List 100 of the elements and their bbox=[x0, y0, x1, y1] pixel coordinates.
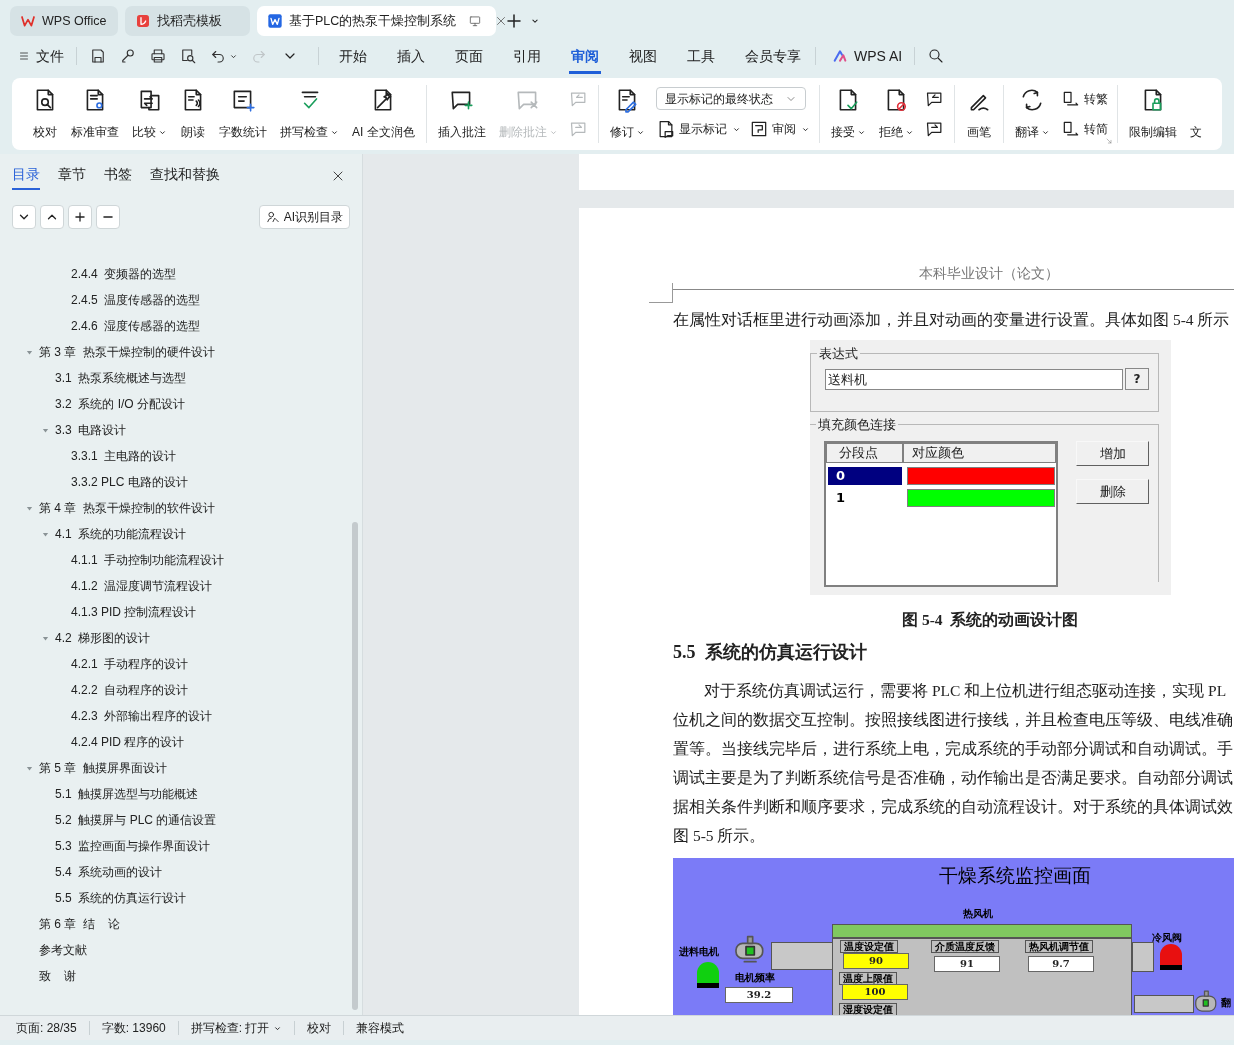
toc-entry[interactable]: 4.2.4 PID 程序的设计 bbox=[71, 733, 185, 751]
ai-toc-button[interactable]: AI识别目录 bbox=[258, 205, 350, 229]
toc-entry[interactable]: 4.1.1 手动控制功能流程设计 bbox=[71, 551, 225, 569]
field-label: 介质温度反馈 bbox=[931, 940, 999, 953]
ribbon-tab[interactable]: 审阅 bbox=[569, 38, 601, 74]
body-text-line: 据相关条件判断和顺序要求，完成系统的自动流程设计。对于系统的具体调试效 bbox=[673, 797, 1234, 817]
ribbon-tab[interactable]: 插入 bbox=[395, 38, 427, 74]
toc-entry[interactable]: 3.1 热泵系统概述与选型 bbox=[55, 369, 187, 387]
table-cell[interactable]: 0 bbox=[828, 466, 902, 485]
help-button[interactable]: ? bbox=[1125, 368, 1149, 390]
column-header[interactable]: 分段点 bbox=[826, 443, 903, 463]
ribbon-button[interactable]: 比较 bbox=[128, 87, 171, 141]
value-display: 39.2 bbox=[725, 987, 793, 1003]
toc-entry[interactable]: 2.4.4 变频器的选型 bbox=[71, 265, 177, 283]
sidebar-tab[interactable]: 查找和替换 bbox=[150, 164, 220, 190]
dialog-button[interactable]: 删除 bbox=[1076, 479, 1149, 504]
value-display: 90 bbox=[843, 953, 909, 969]
ribbon-button[interactable]: 接受 bbox=[826, 87, 870, 141]
window-tab[interactable]: WPS Office bbox=[10, 6, 118, 36]
toc-entry[interactable]: 参考文献 bbox=[39, 941, 87, 959]
window-tab[interactable]: 找稻壳模板 bbox=[125, 6, 250, 36]
toc-entry[interactable]: 第 3 章 热泵干燥控制的硬件设计 bbox=[39, 343, 215, 361]
ribbon-button[interactable]: 修订 bbox=[605, 87, 649, 141]
ribbon-tab[interactable]: 会员专享 bbox=[743, 38, 803, 74]
ribbon-tab[interactable]: 引用 bbox=[511, 38, 543, 74]
toc-entry[interactable]: 4.2.3 外部输出程序的设计 bbox=[71, 707, 213, 725]
wps-ai-button[interactable]: WPS AI bbox=[832, 45, 903, 67]
body-text-line: 图 5-5 所示。 bbox=[673, 826, 767, 846]
ribbon-tab[interactable]: 视图 bbox=[627, 38, 659, 74]
ribbon-button[interactable]: 转简 bbox=[1060, 117, 1108, 141]
toc-entry[interactable]: 4.2.1 手动程序的设计 bbox=[71, 655, 189, 673]
toc-entry[interactable]: 2.4.5 温度传感器的选型 bbox=[71, 291, 201, 309]
field-label: 温度设定值 bbox=[840, 940, 898, 953]
toc-entry[interactable]: 第 4 章 热泵干燥控制的软件设计 bbox=[39, 499, 215, 517]
ribbon-tab[interactable]: 工具 bbox=[685, 38, 717, 74]
sidebar-tab[interactable]: 章节 bbox=[58, 164, 86, 190]
toc-entry[interactable]: 4.2 梯形图的设计 bbox=[55, 629, 151, 647]
toc-entry[interactable]: 第 5 章 触摸屏界面设计 bbox=[39, 759, 167, 777]
toc-entry[interactable]: 4.1.2 温湿度调节流程设计 bbox=[71, 577, 213, 595]
toc-entry[interactable]: 致 谢 bbox=[39, 967, 77, 985]
ribbon-tab[interactable]: 页面 bbox=[453, 38, 485, 74]
toc-entry[interactable]: 4.2.2 自动程序的设计 bbox=[71, 681, 189, 699]
section-heading: 5.5 系统的仿真运行设计 bbox=[673, 641, 868, 664]
status-item[interactable]: 拼写检查: 打开 bbox=[190, 1019, 283, 1037]
ribbon-button[interactable]: 插入批注 bbox=[433, 87, 490, 141]
toc-entry[interactable]: 2.4.6 湿度传感器的选型 bbox=[71, 317, 201, 335]
value-display: 9.7 bbox=[1028, 956, 1094, 972]
body-text-line: 置等。当接线完毕后，进行系统上电，完成系统的手动部分调试和自动调试。手 bbox=[673, 739, 1234, 759]
toc-entry[interactable]: 5.2 触摸屏与 PLC 的通信设置 bbox=[55, 811, 217, 829]
body-text-line: 位机之间的数据交互控制。按照接线图进行接线，并且检查电压等级、电线准确 bbox=[673, 710, 1234, 730]
dialog-button[interactable]: 增加 bbox=[1076, 441, 1149, 466]
toc-entry[interactable]: 5.1 触摸屏选型与功能概述 bbox=[55, 785, 199, 803]
status-item[interactable]: 页面: 28/35 bbox=[16, 1019, 77, 1037]
ribbon-button[interactable]: 拒绝 bbox=[874, 87, 918, 141]
ribbon-button[interactable]: 转繁 bbox=[1060, 87, 1108, 111]
toc-entry[interactable]: 3.3 电路设计 bbox=[55, 421, 127, 439]
ribbon-button[interactable]: AI 全文润色 bbox=[348, 87, 419, 141]
field-label: 热风机调节值 bbox=[1025, 940, 1093, 953]
toc-entry[interactable]: 第 6 章 结 论 bbox=[39, 915, 121, 933]
status-item[interactable]: 字数: 13960 bbox=[101, 1019, 166, 1037]
toc-entry[interactable]: 3.3.1 主电路的设计 bbox=[71, 447, 177, 465]
display-mode-dropdown[interactable]: 显示标记的最终状态 bbox=[655, 87, 806, 110]
toc-entry[interactable]: 5.5 系统的仿真运行设计 bbox=[55, 889, 187, 907]
column-header[interactable]: 对应颜色 bbox=[903, 443, 1056, 463]
ribbon-button[interactable]: 文 bbox=[1185, 87, 1206, 141]
ribbon-tab[interactable]: 开始 bbox=[337, 38, 369, 74]
status-item[interactable]: 兼容模式 bbox=[356, 1019, 405, 1037]
sidebar-tab[interactable]: 书签 bbox=[104, 164, 132, 190]
ribbon-button[interactable]: 限制编辑 bbox=[1124, 87, 1181, 141]
table-cell[interactable]: 1 bbox=[828, 488, 902, 507]
toc-entry[interactable]: 4.1.3 PID 控制流程设计 bbox=[71, 603, 197, 621]
status-item[interactable]: 校对 bbox=[307, 1019, 332, 1037]
ribbon-button[interactable]: 画笔 bbox=[961, 87, 996, 141]
file-menu-button[interactable]: 文件 bbox=[18, 45, 64, 67]
value-display: 100 bbox=[842, 984, 908, 1000]
equipment-label: 冷风阀 bbox=[1152, 932, 1182, 944]
field-label: 电机频率 bbox=[735, 972, 775, 984]
expression-field[interactable]: 送料机 bbox=[825, 368, 1123, 390]
ribbon-button[interactable]: 翻译 bbox=[1010, 87, 1054, 141]
body-text: 在属性对话框里进行动画添加，并且对动画的变量进行设置。具体如图 5-4 所示 bbox=[673, 310, 1231, 330]
ribbon-button[interactable]: 校对 bbox=[28, 87, 62, 141]
ribbon-button[interactable]: 审阅 bbox=[748, 117, 810, 141]
toc-entry[interactable]: 5.3 监控画面与操作界面设计 bbox=[55, 837, 211, 855]
value-display: 91 bbox=[934, 956, 1000, 972]
equipment-label: 翻 bbox=[1221, 997, 1231, 1009]
toc-entry[interactable]: 4.1 系统的功能流程设计 bbox=[55, 525, 187, 543]
equipment-label: 热风机 bbox=[963, 908, 993, 920]
ribbon-button[interactable]: 标准审查 bbox=[67, 87, 123, 141]
body-text-line: 对于系统仿真调试运行，需要将 PLC 和上位机进行组态驱动连接，实现 PL bbox=[703, 681, 1228, 701]
ribbon-button[interactable]: 拼写检查 bbox=[276, 87, 343, 141]
ribbon-button[interactable]: 朗读 bbox=[176, 87, 210, 141]
figure-caption: 图 5-4 系统的动画设计图 bbox=[902, 610, 1080, 630]
ribbon-button[interactable]: 显示标记 bbox=[655, 117, 741, 141]
toc-entry[interactable]: 5.4 系统动画的设计 bbox=[55, 863, 163, 881]
toc-entry[interactable]: 3.3.2 PLC 电路的设计 bbox=[71, 473, 188, 491]
field-label: 湿度设定值 bbox=[839, 1003, 897, 1015]
body-text-line: 调试主要是为了判断系统信号是否准确，动作输出是否满足要求。自动部分调试 bbox=[673, 768, 1234, 788]
ribbon-button[interactable]: 字数统计 bbox=[215, 87, 271, 141]
toc-entry[interactable]: 3.2 系统的 I/O 分配设计 bbox=[55, 395, 186, 413]
sidebar-tab[interactable]: 目录 bbox=[12, 164, 40, 190]
